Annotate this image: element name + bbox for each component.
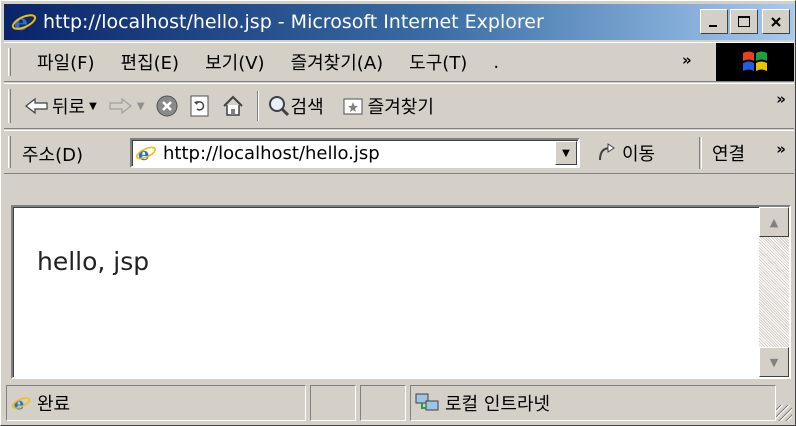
minimize-icon	[709, 24, 717, 27]
status-zone-pane: 로컬 인트라넷	[410, 385, 776, 421]
status-pane-2	[310, 385, 356, 421]
go-label: 이동	[622, 144, 656, 165]
go-icon	[599, 143, 615, 161]
menu-view[interactable]: 보기(V)	[192, 49, 277, 75]
stop-button[interactable]	[155, 94, 179, 118]
page-body-text: hello, jsp	[37, 247, 150, 276]
search-button[interactable]: 검색	[267, 93, 324, 119]
window-title: http://localhost/hello.jsp - Microsoft I…	[43, 11, 544, 33]
links-separator	[699, 137, 702, 169]
forward-dropdown-icon[interactable]: ▼	[137, 101, 145, 112]
close-icon	[771, 16, 781, 27]
menu-favorites[interactable]: 즐겨찾기(A)	[278, 49, 397, 75]
home-icon	[222, 95, 243, 116]
menu-file[interactable]: 파일(F)	[24, 49, 108, 75]
address-input[interactable]: e http://localhost/hello.jsp ▼	[130, 138, 580, 168]
zone-text: 로컬 인트라넷	[445, 394, 551, 415]
stop-icon	[156, 95, 178, 117]
addressbar-grip[interactable]	[8, 136, 11, 168]
scroll-down-button[interactable]: ▼	[759, 347, 789, 377]
chevron-up-icon: ▲	[769, 215, 779, 229]
search-label: 검색	[290, 97, 324, 118]
forward-button[interactable]: ▼	[107, 97, 145, 115]
title-bar[interactable]: e http://localhost/hello.jsp - Microsoft…	[4, 4, 794, 40]
svg-text:e: e	[138, 144, 149, 164]
page-ie-icon: e	[135, 144, 157, 164]
address-label: 주소(D)	[22, 145, 84, 166]
menu-bar: 파일(F) 편집(E) 보기(V) 즐겨찾기(A) 도구(T) . »	[4, 42, 794, 82]
favorites-label: 즐겨찾기	[367, 97, 434, 118]
chevron-down-icon: ▼	[769, 355, 779, 369]
back-arrow-icon	[25, 97, 48, 115]
svg-text:e: e	[14, 10, 28, 35]
intranet-icon	[415, 393, 439, 411]
refresh-icon	[190, 95, 209, 117]
vertical-scrollbar[interactable]: ▲ ▼	[759, 207, 789, 377]
home-button[interactable]	[221, 94, 245, 118]
minimize-button[interactable]	[700, 9, 728, 34]
search-icon	[268, 96, 289, 117]
menu-edit[interactable]: 편집(E)	[108, 49, 193, 75]
address-url[interactable]: http://localhost/hello.jsp	[163, 143, 380, 164]
forward-arrow-icon	[109, 97, 132, 115]
status-main-pane: e 완료	[6, 385, 306, 421]
address-bar: 주소(D) e http://localhost/hello.jsp ▼ 이동 …	[4, 130, 794, 174]
resize-grip-icon[interactable]	[776, 405, 792, 421]
back-button[interactable]: 뒤로 ▼	[24, 93, 97, 119]
windows-logo-icon	[716, 43, 794, 81]
status-text: 완료	[37, 394, 71, 415]
status-ie-icon: e	[11, 394, 31, 413]
close-button[interactable]	[762, 9, 790, 34]
toolbar-grip[interactable]	[8, 89, 11, 123]
menu-tools[interactable]: 도구(T)	[396, 49, 480, 75]
maximize-icon	[738, 15, 750, 27]
links-button[interactable]: 연결	[712, 140, 745, 166]
favorites-icon	[343, 98, 363, 115]
maximize-button[interactable]	[730, 9, 758, 34]
refresh-button[interactable]	[189, 94, 211, 118]
toolbar-separator	[256, 91, 259, 121]
ie-window: e http://localhost/hello.jsp - Microsoft…	[0, 0, 796, 426]
status-bar: e 완료 로컬 인트라넷	[4, 383, 794, 423]
back-label: 뒤로	[52, 97, 86, 118]
back-dropdown-icon[interactable]: ▼	[89, 101, 97, 112]
page-viewport[interactable]: hello, jsp ▲ ▼	[11, 205, 791, 379]
ie-icon: e	[11, 9, 37, 36]
address-dropdown-button[interactable]: ▼	[555, 141, 577, 165]
status-pane-3	[360, 385, 406, 421]
standard-toolbar: 뒤로 ▼ ▼ 검색 즐겨찾기 »	[4, 83, 794, 129]
menubar-grip[interactable]	[8, 48, 11, 76]
menu-overflow[interactable]: .	[480, 52, 512, 73]
links-chevron-icon[interactable]: »	[776, 140, 786, 158]
menu-chevron-icon[interactable]: »	[682, 51, 692, 69]
favorites-button[interactable]: 즐겨찾기	[342, 93, 434, 119]
svg-text:e: e	[14, 394, 24, 413]
toolbar-chevron-icon[interactable]: »	[776, 90, 786, 108]
go-button[interactable]: 이동	[596, 140, 655, 166]
scroll-up-button[interactable]: ▲	[759, 207, 789, 237]
chevron-down-icon: ▼	[562, 147, 570, 159]
